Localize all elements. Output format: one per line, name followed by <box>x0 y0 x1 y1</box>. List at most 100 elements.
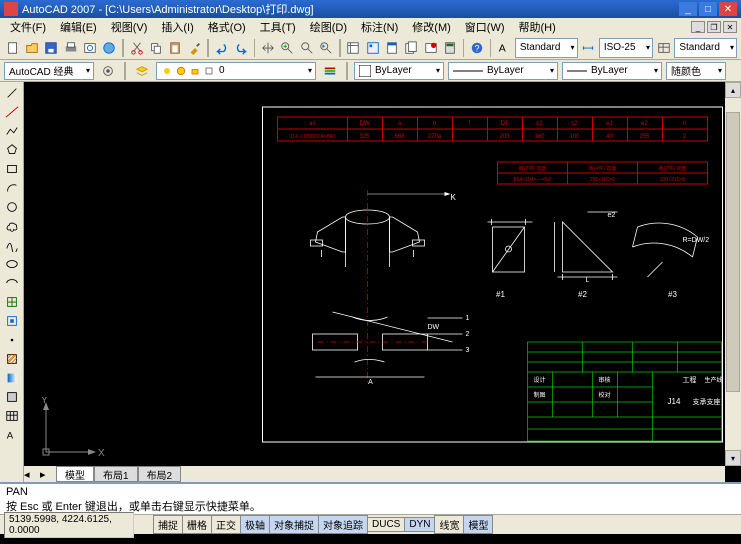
region-tool[interactable] <box>2 388 22 406</box>
table-tool[interactable] <box>2 407 22 425</box>
layout1-tab[interactable]: 布局1 <box>94 466 138 482</box>
menu-draw[interactable]: 绘图(D) <box>304 18 353 36</box>
model-tab[interactable]: 模型 <box>56 466 94 482</box>
menu-format[interactable]: 格式(O) <box>202 18 252 36</box>
command-line[interactable]: PAN 按 Esc 或 Enter 键退出，或单击右键显示快捷菜单。 <box>0 482 741 514</box>
menu-modify[interactable]: 修改(M) <box>406 18 457 36</box>
circle-tool[interactable] <box>2 198 22 216</box>
menu-tools[interactable]: 工具(T) <box>254 18 302 36</box>
zoom-previous-button[interactable] <box>318 38 335 58</box>
insert-block-tool[interactable] <box>2 293 22 311</box>
color-dropdown[interactable]: ByLayer <box>354 62 444 80</box>
paste-button[interactable] <box>167 38 184 58</box>
doc-restore-button[interactable]: ❐ <box>707 21 721 33</box>
make-block-tool[interactable] <box>2 312 22 330</box>
layer-states-button[interactable] <box>320 61 340 81</box>
close-button[interactable]: ✕ <box>719 2 737 16</box>
menu-dimension[interactable]: 标注(N) <box>355 18 404 36</box>
undo-button[interactable] <box>213 38 230 58</box>
cut-button[interactable] <box>128 38 145 58</box>
ducs-toggle[interactable]: DUCS <box>367 517 405 532</box>
minimize-button[interactable]: _ <box>679 2 697 16</box>
polygon-tool[interactable] <box>2 141 22 159</box>
zoom-window-button[interactable] <box>298 38 315 58</box>
doc-close-button[interactable]: ✕ <box>723 21 737 33</box>
drawing-canvas[interactable]: a# DW a b l D1 c1 c2 e1 e2 n J14-1 DN500… <box>24 82 741 482</box>
menu-view[interactable]: 视图(V) <box>105 18 154 36</box>
doc-minimize-button[interactable]: _ <box>691 21 705 33</box>
lwt-toggle[interactable]: 线宽 <box>434 515 464 534</box>
ellipse-arc-tool[interactable] <box>2 274 22 292</box>
svg-text:#3: #3 <box>668 290 677 299</box>
tablestyle-icon[interactable] <box>655 38 672 58</box>
save-button[interactable] <box>43 38 60 58</box>
menu-bar: 文件(F) 编辑(E) 视图(V) 插入(I) 格式(O) 工具(T) 绘图(D… <box>0 18 741 36</box>
tab-scroll-left[interactable]: ◂ <box>24 468 40 481</box>
gradient-tool[interactable] <box>2 369 22 387</box>
layer-dropdown[interactable]: 0 <box>156 62 316 80</box>
tool-palettes-button[interactable] <box>383 38 400 58</box>
plot-button[interactable] <box>62 38 79 58</box>
svg-text:工程: 工程 <box>683 375 697 384</box>
model-toggle[interactable]: 模型 <box>463 515 493 534</box>
sheet-set-button[interactable] <box>403 38 420 58</box>
dimstyle-icon[interactable] <box>580 38 597 58</box>
plotstyle-dropdown[interactable]: 随颜色 <box>666 62 726 80</box>
polar-toggle[interactable]: 极轴 <box>240 515 270 534</box>
help-button[interactable]: ? <box>468 38 485 58</box>
svg-text:审核: 审核 <box>598 376 610 384</box>
layout2-tab[interactable]: 布局2 <box>138 466 182 482</box>
polyline-tool[interactable] <box>2 122 22 140</box>
vertical-scrollbar[interactable]: ▴ ▾ <box>725 82 741 466</box>
arc-tool[interactable] <box>2 179 22 197</box>
mtext-tool[interactable]: A <box>2 426 22 444</box>
menu-edit[interactable]: 编辑(E) <box>54 18 103 36</box>
menu-help[interactable]: 帮助(H) <box>513 18 562 36</box>
construction-line-tool[interactable] <box>2 103 22 121</box>
open-button[interactable] <box>23 38 40 58</box>
table-style-dropdown[interactable]: Standard <box>674 38 737 58</box>
hatch-tool[interactable] <box>2 350 22 368</box>
textstyle-icon[interactable]: A <box>495 38 512 58</box>
copy-button[interactable] <box>147 38 164 58</box>
svg-text:J14: J14 <box>668 397 681 406</box>
dim-style-dropdown[interactable]: ISO-25 <box>599 38 653 58</box>
otrack-toggle[interactable]: 对象追踪 <box>318 515 368 534</box>
linetype-dropdown[interactable]: ByLayer <box>448 62 558 80</box>
revcloud-tool[interactable] <box>2 217 22 235</box>
dyn-toggle[interactable]: DYN <box>404 517 435 532</box>
scroll-down-button[interactable]: ▾ <box>725 450 741 466</box>
text-style-dropdown[interactable]: Standard <box>515 38 578 58</box>
scroll-thumb-v[interactable] <box>726 112 740 392</box>
ellipse-tool[interactable] <box>2 255 22 273</box>
ortho-toggle[interactable]: 正交 <box>211 515 241 534</box>
osnap-toggle[interactable]: 对象捕捉 <box>269 515 319 534</box>
design-center-button[interactable] <box>364 38 381 58</box>
point-tool[interactable] <box>2 331 22 349</box>
publish-button[interactable] <box>101 38 118 58</box>
ws-settings-button[interactable] <box>98 61 118 81</box>
menu-file[interactable]: 文件(F) <box>4 18 52 36</box>
rectangle-tool[interactable] <box>2 160 22 178</box>
new-button[interactable] <box>4 38 21 58</box>
grid-toggle[interactable]: 栅格 <box>182 515 212 534</box>
scroll-up-button[interactable]: ▴ <box>725 82 741 98</box>
coordinates-display[interactable]: 5139.5998, 4224.6125, 0.0000 <box>4 512 134 538</box>
workspace-dropdown[interactable]: AutoCAD 经典 <box>4 62 94 80</box>
menu-insert[interactable]: 插入(I) <box>155 18 199 36</box>
maximize-button[interactable]: □ <box>699 2 717 16</box>
menu-window[interactable]: 窗口(W) <box>459 18 511 36</box>
pan-button[interactable] <box>259 38 276 58</box>
markup-button[interactable] <box>422 38 439 58</box>
spline-tool[interactable] <box>2 236 22 254</box>
snap-toggle[interactable]: 捕捉 <box>153 515 183 534</box>
lineweight-dropdown[interactable]: ByLayer <box>562 62 662 80</box>
plot-preview-button[interactable] <box>81 38 98 58</box>
zoom-realtime-button[interactable] <box>279 38 296 58</box>
match-props-button[interactable] <box>186 38 203 58</box>
tab-scroll-right[interactable]: ▸ <box>40 468 56 481</box>
redo-button[interactable] <box>232 38 249 58</box>
line-tool[interactable] <box>2 84 22 102</box>
properties-button[interactable] <box>345 38 362 58</box>
calc-button[interactable] <box>441 38 458 58</box>
